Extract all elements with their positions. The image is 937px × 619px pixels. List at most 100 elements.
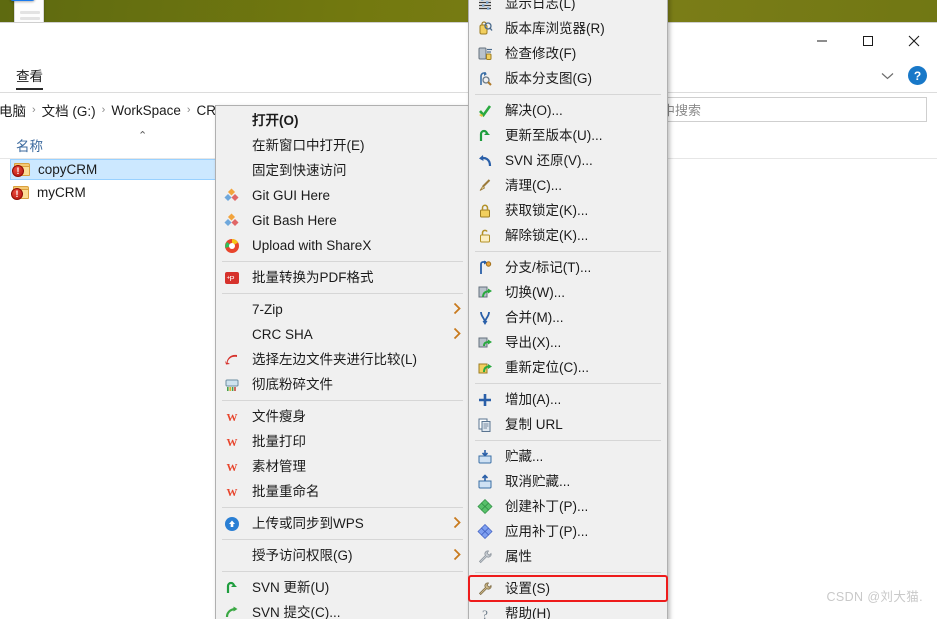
search-input[interactable]: 中搜索 (652, 97, 927, 122)
submenu-arrow-icon (453, 302, 461, 318)
tortoisesvn-menu-item[interactable]: 贮藏... (469, 444, 667, 469)
context-menu-item-label: 上传或同步到WPS (252, 515, 364, 531)
context-menu-item[interactable]: 选择左边文件夹进行比较(L) (216, 347, 469, 372)
no-icon-spacer (224, 327, 244, 343)
breadcrumb[interactable]: 电脑 › 文档 (G:) › WorkSpace › CRM (0, 98, 232, 122)
tortoisesvn-menu-item[interactable]: 检查修改(F) (469, 41, 667, 66)
show-log-icon (477, 0, 497, 12)
close-button[interactable] (891, 23, 937, 59)
tortoisesvn-menu-item[interactable]: 重新定位(C)... (469, 355, 667, 380)
svg-text:W: W (227, 487, 238, 499)
tortoisesvn-menu-item[interactable]: 清理(C)... (469, 173, 667, 198)
context-menu-item[interactable]: 固定到快速访问 (216, 158, 469, 183)
tortoisesvn-menu-item[interactable]: 解决(O)... (469, 98, 667, 123)
svn-modified-overlay-icon: ! (11, 188, 23, 200)
beyond-compare-icon (224, 352, 244, 368)
svg-text:P: P (229, 274, 234, 283)
context-menu-item[interactable]: SVN 提交(C)... (216, 600, 469, 619)
no-icon-spacer (224, 113, 244, 129)
context-menu-item[interactable]: P + 批量转换为PDF格式 (216, 265, 469, 290)
copy-url-icon (477, 417, 497, 433)
context-menu-item[interactable]: Git GUI Here (216, 183, 469, 208)
tortoisesvn-menu-item[interactable]: 获取锁定(K)... (469, 198, 667, 223)
context-menu-item[interactable]: Git Bash Here (216, 208, 469, 233)
context-menu-item-label: 授予访问权限(G) (252, 547, 353, 563)
tortoisesvn-menu-item-label: 获取锁定(K)... (505, 202, 589, 218)
tortoisesvn-menu-item[interactable]: 合并(M)... (469, 305, 667, 330)
tortoisesvn-submenu: 显示日志(L) 版本库浏览器(R) 检查修改(F) 版本分支图(G) 解决(O)... 更… (468, 0, 668, 619)
tortoisesvn-menu-item[interactable]: 创建补丁(P)... (469, 494, 667, 519)
merge-icon (477, 310, 497, 326)
menu-separator (475, 251, 661, 252)
context-menu-item[interactable]: SVN 更新(U) (216, 575, 469, 600)
cloud-upload-icon (224, 516, 244, 532)
menu-separator (222, 261, 463, 262)
add-icon (477, 392, 497, 408)
get-lock-icon (477, 203, 497, 219)
context-menu-item-label: 固定到快速访问 (252, 162, 347, 178)
context-menu-item[interactable]: 在新窗口中打开(E) (216, 133, 469, 158)
context-menu-item[interactable]: W 批量重命名 (216, 479, 469, 504)
minimize-button[interactable] (799, 23, 845, 59)
revision-graph-icon (477, 71, 497, 87)
tortoisesvn-menu-item[interactable]: 复制 URL (469, 412, 667, 437)
no-icon-spacer (224, 138, 244, 154)
context-menu-item[interactable]: W 批量打印 (216, 429, 469, 454)
context-menu-item[interactable]: 授予访问权限(G) (216, 543, 469, 568)
context-menu-item-label: 选择左边文件夹进行比较(L) (252, 351, 417, 367)
context-menu-item[interactable]: W 文件瘦身 (216, 404, 469, 429)
context-menu-item-label: Git GUI Here (252, 187, 331, 203)
menu-separator (222, 571, 463, 572)
folder-icon: ! (11, 185, 30, 200)
tortoisesvn-menu-item-label: 取消贮藏... (505, 473, 571, 489)
properties-icon (477, 549, 497, 565)
tortoisesvn-menu-item[interactable]: 属性 (469, 544, 667, 569)
maximize-button[interactable] (845, 23, 891, 59)
tortoisesvn-menu-item[interactable]: 应用补丁(P)... (469, 519, 667, 544)
svn-update-icon (224, 580, 244, 596)
context-menu-item[interactable]: Upload with ShareX (216, 233, 469, 258)
tortoisesvn-menu-item[interactable]: SVN 还原(V)... (469, 148, 667, 173)
unstash-icon (477, 473, 497, 490)
list-item[interactable]: ! copyCRM (10, 159, 225, 180)
column-header-name[interactable]: 名称 (16, 135, 43, 155)
update-to-revision-icon (477, 128, 497, 144)
tortoisesvn-menu-item[interactable]: 版本库浏览器(R) (469, 16, 667, 41)
tortoisesvn-menu-item[interactable]: 版本分支图(G) (469, 66, 667, 91)
no-icon-spacer (224, 163, 244, 179)
chevron-down-icon[interactable] (881, 68, 894, 83)
tortoisesvn-menu-item-label: 贮藏... (505, 448, 544, 464)
tortoisesvn-menu-item-label: 解决(O)... (505, 102, 563, 118)
tortoisesvn-menu-item[interactable]: 切换(W)... (469, 280, 667, 305)
breadcrumb-item-2[interactable]: WorkSpace (106, 101, 186, 120)
context-menu-item[interactable]: 上传或同步到WPS (216, 511, 469, 536)
context-menu-item-label: Upload with ShareX (252, 237, 372, 253)
svg-text:W: W (227, 462, 238, 474)
tortoisesvn-menu-item[interactable]: 显示日志(L) (469, 0, 667, 16)
context-menu-item-label: 彻底粉碎文件 (252, 376, 333, 392)
tortoisesvn-menu-item[interactable]: 设置(S) (469, 576, 667, 601)
breadcrumb-item-1[interactable]: 文档 (G:) (37, 98, 101, 122)
help-icon[interactable]: ? (908, 66, 927, 85)
tortoisesvn-menu-item[interactable]: ? 帮助(H) (469, 601, 667, 619)
tortoisesvn-menu-item-label: 显示日志(L) (505, 0, 576, 11)
no-icon-spacer (224, 548, 244, 564)
context-menu-item[interactable]: 彻底粉碎文件 (216, 372, 469, 397)
tortoisesvn-menu-item[interactable]: 取消贮藏... (469, 469, 667, 494)
tortoisesvn-menu-item[interactable]: 分支/标记(T)... (469, 255, 667, 280)
help-icon: ? (477, 606, 497, 619)
window-controls (799, 23, 937, 59)
tortoisesvn-menu-item[interactable]: 更新至版本(U)... (469, 123, 667, 148)
breadcrumb-item-0[interactable]: 电脑 (0, 98, 31, 122)
tortoisesvn-menu-item[interactable]: 增加(A)... (469, 387, 667, 412)
export-icon (477, 335, 497, 351)
svg-text:?: ? (482, 607, 488, 619)
context-menu-item[interactable]: 打开(O) (216, 108, 469, 133)
tortoisesvn-menu-item[interactable]: 导出(X)... (469, 330, 667, 355)
tab-view[interactable]: 查看 (16, 65, 43, 90)
tortoisesvn-menu-item[interactable]: 解除锁定(K)... (469, 223, 667, 248)
menu-separator (222, 293, 463, 294)
context-menu-item[interactable]: CRC SHA (216, 322, 469, 347)
context-menu-item[interactable]: 7-Zip (216, 297, 469, 322)
context-menu-item[interactable]: W 素材管理 (216, 454, 469, 479)
